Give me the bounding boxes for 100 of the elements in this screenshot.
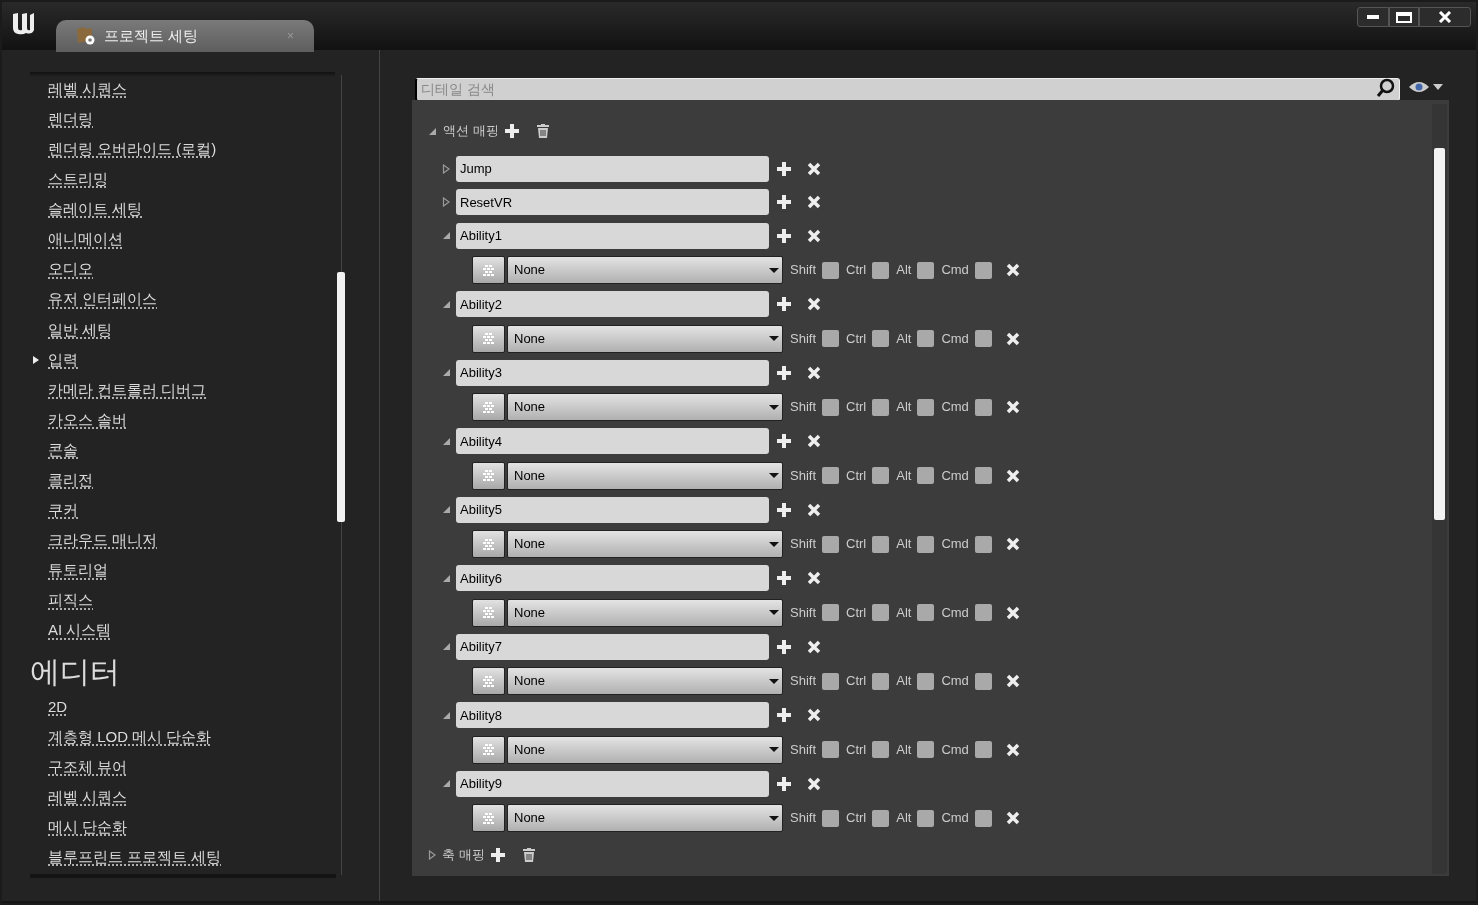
expanded-arrow-icon[interactable] bbox=[442, 779, 451, 789]
checkbox[interactable] bbox=[917, 809, 935, 827]
remove-icon[interactable] bbox=[1005, 468, 1020, 483]
key-dropdown[interactable]: None bbox=[507, 461, 783, 490]
trash-icon[interactable] bbox=[536, 124, 549, 138]
remove-icon[interactable] bbox=[807, 297, 821, 312]
expanded-arrow-icon[interactable] bbox=[442, 231, 451, 241]
sidebar-link[interactable]: 구조체 뷰어 bbox=[48, 755, 128, 779]
key-selector-button[interactable] bbox=[472, 667, 505, 695]
mapping-name-field[interactable]: Ability1 bbox=[456, 222, 769, 249]
key-dropdown[interactable]: None bbox=[507, 735, 783, 764]
checkbox[interactable] bbox=[974, 467, 992, 484]
checkbox[interactable] bbox=[872, 809, 890, 827]
checkbox[interactable] bbox=[822, 535, 839, 553]
remove-icon[interactable] bbox=[1005, 811, 1020, 825]
key-selector-button[interactable] bbox=[472, 530, 505, 558]
remove-icon[interactable] bbox=[1005, 331, 1020, 346]
checkbox[interactable] bbox=[917, 467, 935, 484]
checkbox[interactable] bbox=[872, 672, 890, 690]
key-dropdown[interactable]: None bbox=[507, 598, 783, 627]
checkbox[interactable] bbox=[974, 672, 992, 690]
key-selector-button[interactable] bbox=[472, 393, 505, 421]
maximize-button[interactable] bbox=[1389, 7, 1419, 27]
checkbox[interactable] bbox=[822, 741, 839, 758]
add-icon[interactable] bbox=[777, 434, 791, 449]
sidebar-link[interactable]: 레벨 시퀀스 bbox=[48, 785, 128, 809]
add-icon[interactable] bbox=[777, 708, 791, 723]
key-selector-button[interactable] bbox=[472, 256, 505, 284]
checkbox[interactable] bbox=[872, 467, 890, 484]
checkbox[interactable] bbox=[974, 398, 992, 416]
key-dropdown[interactable]: None bbox=[507, 393, 783, 421]
sidebar-link[interactable]: 레벨 시퀀스 bbox=[48, 77, 128, 101]
sidebar-link[interactable]: 카오스 솔버 bbox=[48, 408, 128, 432]
add-icon[interactable] bbox=[504, 124, 519, 138]
mapping-name-field[interactable]: Ability6 bbox=[456, 565, 769, 592]
checkbox[interactable] bbox=[822, 809, 839, 827]
remove-icon[interactable] bbox=[807, 161, 821, 176]
checkbox[interactable] bbox=[917, 741, 935, 758]
scrollbar-thumb[interactable] bbox=[1434, 148, 1445, 520]
add-icon[interactable] bbox=[777, 228, 791, 243]
checkbox[interactable] bbox=[822, 261, 839, 279]
key-dropdown[interactable]: None bbox=[507, 256, 783, 284]
remove-icon[interactable] bbox=[1005, 400, 1020, 414]
key-selector-button[interactable] bbox=[472, 324, 505, 353]
add-icon[interactable] bbox=[490, 847, 505, 862]
checkbox[interactable] bbox=[822, 330, 839, 347]
expanded-arrow-icon[interactable] bbox=[442, 436, 451, 446]
mapping-name-field[interactable]: Ability9 bbox=[456, 770, 769, 797]
mapping-name-field[interactable]: Ability5 bbox=[456, 496, 769, 523]
sidebar-link[interactable]: AI 시스템 bbox=[48, 619, 112, 642]
expanded-arrow-icon[interactable] bbox=[442, 710, 451, 720]
key-dropdown[interactable]: None bbox=[507, 804, 783, 832]
sidebar-link[interactable]: 렌더링 오버라이드 (로컬) bbox=[48, 138, 217, 161]
sidebar-link[interactable]: 쿠커 bbox=[48, 499, 78, 522]
remove-icon[interactable] bbox=[807, 639, 821, 654]
expanded-arrow-icon[interactable] bbox=[442, 299, 451, 309]
mapping-name-field[interactable]: Ability7 bbox=[456, 633, 769, 660]
search-field[interactable]: 디테일 검색 bbox=[415, 77, 1400, 101]
checkbox[interactable] bbox=[917, 330, 935, 347]
sidebar-link[interactable]: 피직스 bbox=[48, 589, 93, 612]
expanded-arrow-icon[interactable] bbox=[442, 368, 451, 378]
checkbox[interactable] bbox=[917, 535, 935, 553]
checkbox[interactable] bbox=[917, 604, 935, 621]
key-selector-button[interactable] bbox=[472, 804, 505, 832]
expanded-arrow-icon[interactable] bbox=[442, 505, 451, 515]
remove-icon[interactable] bbox=[807, 571, 821, 586]
sidebar-link[interactable]: 렌더링 bbox=[48, 107, 93, 131]
remove-icon[interactable] bbox=[1005, 742, 1020, 757]
expanded-arrow-icon[interactable] bbox=[442, 642, 451, 652]
checkbox[interactable] bbox=[822, 467, 839, 484]
remove-icon[interactable] bbox=[1005, 605, 1020, 620]
checkbox[interactable] bbox=[822, 398, 839, 416]
checkbox[interactable] bbox=[974, 741, 992, 758]
scrollbar-thumb[interactable] bbox=[337, 272, 345, 522]
mapping-name-field[interactable]: Ability4 bbox=[456, 428, 769, 455]
checkbox[interactable] bbox=[872, 535, 890, 553]
remove-icon[interactable] bbox=[807, 195, 821, 210]
checkbox[interactable] bbox=[974, 809, 992, 827]
mapping-name-field[interactable]: Ability8 bbox=[456, 702, 769, 729]
checkbox[interactable] bbox=[872, 261, 890, 279]
sidebar-link[interactable]: 콘솔 bbox=[48, 438, 78, 462]
sidebar-link[interactable]: 콜리전 bbox=[48, 469, 93, 492]
remove-icon[interactable] bbox=[807, 708, 821, 723]
checkbox[interactable] bbox=[872, 604, 890, 621]
project-settings-tab[interactable]: 프로젝트 세팅 × bbox=[56, 20, 314, 52]
checkbox[interactable] bbox=[974, 330, 992, 347]
sidebar-link[interactable]: 일반 세팅 bbox=[48, 318, 113, 342]
sidebar-link[interactable]: 애니메이션 bbox=[48, 228, 123, 251]
add-icon[interactable] bbox=[777, 161, 791, 176]
sidebar-link[interactable]: 카메라 컨트롤러 디버그 bbox=[48, 378, 207, 402]
checkbox[interactable] bbox=[974, 535, 992, 553]
key-dropdown[interactable]: None bbox=[507, 667, 783, 695]
expanded-arrow-icon[interactable] bbox=[442, 573, 451, 583]
checkbox[interactable] bbox=[917, 398, 935, 416]
add-icon[interactable] bbox=[777, 571, 791, 586]
minimize-button[interactable] bbox=[1357, 7, 1389, 27]
add-icon[interactable] bbox=[777, 195, 791, 210]
remove-icon[interactable] bbox=[807, 365, 821, 380]
remove-icon[interactable] bbox=[807, 228, 821, 243]
mapping-name-field[interactable]: Jump bbox=[456, 155, 769, 182]
